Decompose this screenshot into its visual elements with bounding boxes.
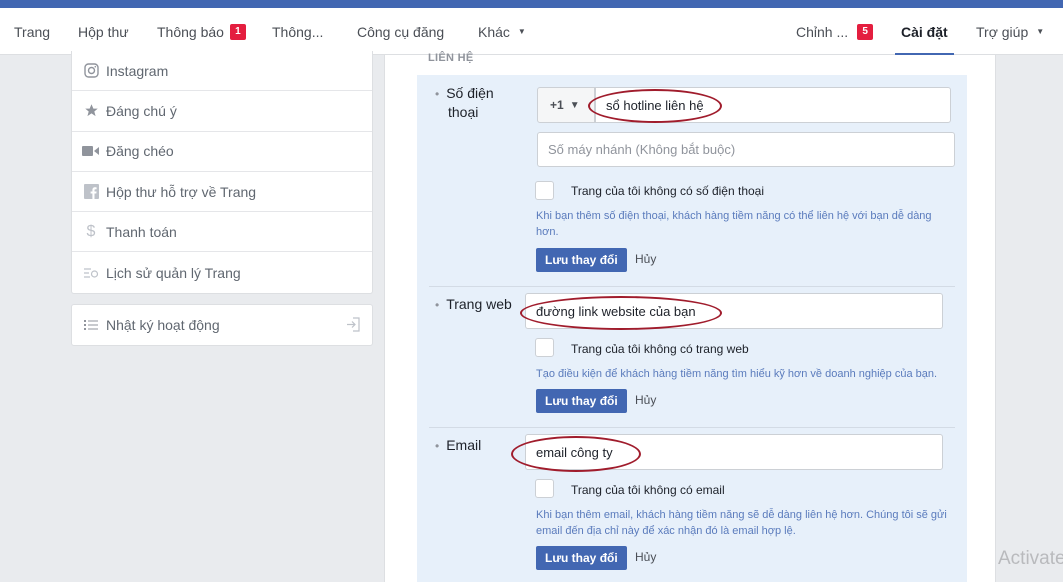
no-email-checkbox-label: Trang của tôi không có email	[571, 483, 725, 497]
caret-down-icon: ▼	[569, 99, 580, 111]
phone-save-button[interactable]: Lưu thay đổi	[536, 248, 627, 272]
page-nav-bar: Trang Hộp thư Thông báo 1 Thông... Công c…	[0, 8, 1063, 56]
extension-input[interactable]: Số máy nhánh (Không bắt buộc)	[537, 132, 955, 167]
no-website-checkbox[interactable]	[535, 338, 554, 357]
input-value: email công ty	[536, 444, 613, 460]
tab-label: Cài đặt	[901, 23, 948, 40]
input-value: sổ hotline liên hệ	[606, 97, 704, 113]
bullet-icon: •	[435, 439, 440, 453]
top-blue-bar	[0, 0, 1063, 8]
tab-tro-giup[interactable]: Trợ giúp ▼	[976, 8, 1044, 55]
website-label: • Trang web	[435, 295, 512, 314]
phone-number-input[interactable]: sổ hotline liên hệ	[595, 87, 951, 123]
bullet-icon: •	[435, 298, 440, 312]
caret-down-icon: ▼	[517, 27, 526, 36]
sidebar-item-label: Instagram	[106, 62, 169, 79]
tab-label: Trang	[14, 23, 51, 40]
settings-main-panel: LIÊN HỆ • Số điện thoại +1 ▼ sổ hotline li…	[384, 52, 996, 582]
label-line: Số điện	[446, 85, 494, 101]
hint-line: Khi bạn thêm email, khách hàng tiềm năng…	[536, 509, 947, 521]
email-cancel-button[interactable]: Hủy	[635, 550, 656, 564]
label-line: Trang web	[446, 296, 512, 312]
sidebar-item-label: Thanh toán	[106, 223, 177, 240]
label-line: Email	[446, 437, 482, 453]
tab-chinh-sua[interactable]: Chỉnh ... 5	[796, 8, 874, 55]
sidebar-item-label: Đáng chú ý	[106, 102, 177, 119]
sidebar-item-nhat-ky-hoat-dong[interactable]: Nhật ký hoạt động	[71, 304, 373, 346]
sidebar-item-label: Nhật ký hoạt động	[106, 317, 220, 333]
right-gutter	[997, 55, 1063, 582]
sidebar-item-label: Lịch sử quản lý Trang	[106, 264, 241, 281]
hint-line: email đến địa chỉ này để xác nhận đó là …	[536, 525, 796, 537]
tab-label: Thông báo	[157, 23, 224, 40]
facebook-icon	[82, 183, 100, 201]
no-email-checkbox[interactable]	[535, 479, 554, 498]
star-icon	[82, 102, 100, 120]
phone-label: • Số điện thoại	[435, 84, 494, 121]
tab-label: Công cụ đăng	[357, 23, 445, 40]
sidebar-item-label: Hộp thư hỗ trợ về Trang	[106, 183, 257, 200]
sidebar-item-instagram[interactable]: Instagram	[72, 51, 372, 92]
website-save-button[interactable]: Lưu thay đổi	[536, 389, 627, 413]
sidebar-item-hop-thu-ho-tro[interactable]: Hộp thư hỗ trợ về Trang	[72, 172, 372, 213]
website-hint: Tạo điều kiện để khách hàng tiềm năng tì…	[536, 366, 937, 382]
email-label: • Email	[435, 436, 481, 455]
section-label: LIÊN HỆ	[428, 52, 474, 64]
dollar-icon: $	[86, 222, 96, 240]
tab-thong-bao[interactable]: Thông báo 1	[157, 8, 246, 55]
tab-cong-cu-dang[interactable]: Công cụ đăng	[357, 8, 444, 55]
country-code-value: +1	[550, 98, 564, 112]
tab-label: Hộp thư	[78, 23, 129, 40]
hint-line: Tạo điều kiện để khách hàng tiềm năng tì…	[536, 368, 938, 380]
website-cancel-button[interactable]: Hủy	[635, 393, 656, 407]
phone-hint: Khi bạn thêm số điện thoại, khách hàng t…	[536, 208, 932, 240]
input-placeholder: Số máy nhánh (Không bắt buộc)	[548, 142, 736, 157]
sidebar-item-label: Đăng chéo	[106, 143, 174, 160]
video-camera-icon	[82, 142, 100, 160]
tab-label: Trợ giúp	[976, 23, 1029, 40]
no-phone-checkbox[interactable]	[535, 181, 554, 200]
input-value: đường link website của bạn	[536, 303, 696, 319]
website-input[interactable]: đường link website của bạn	[525, 293, 943, 329]
website-section: • Trang web đường link website của bạn Tr…	[429, 286, 955, 427]
settings-sidebar: Instagram Đáng chú ý Đăng chéo Hộp thư h…	[71, 51, 373, 294]
country-code-select[interactable]: +1 ▼	[537, 87, 595, 123]
tab-cai-dat[interactable]: Cài đặt	[895, 8, 954, 56]
tab-label: Chỉnh ...	[796, 23, 849, 40]
notification-badge: 5	[857, 23, 874, 40]
hint-line: Khi bạn thêm số điện thoại, khách hàng t…	[536, 210, 932, 222]
sidebar-item-dang-chu-y[interactable]: Đáng chú ý	[72, 91, 372, 132]
tab-label: Thông...	[272, 23, 324, 40]
exit-icon[interactable]	[346, 317, 360, 335]
email-hint: Khi bạn thêm email, khách hàng tiềm năng…	[536, 507, 947, 539]
tab-trang[interactable]: Trang	[14, 8, 50, 55]
notification-badge: 1	[229, 23, 246, 40]
no-website-checkbox-label: Trang của tôi không có trang web	[571, 342, 749, 356]
sidebar-item-thanh-toan[interactable]: $ Thanh toán	[72, 212, 372, 253]
sidebar-item-dang-cheo[interactable]: Đăng chéo	[72, 132, 372, 172]
hint-line: hơn.	[536, 226, 559, 238]
bullet-icon: •	[435, 87, 440, 101]
contact-info-form: • Số điện thoại +1 ▼ sổ hotline liên hệ Số…	[417, 75, 967, 582]
no-phone-checkbox-label: Trang của tôi không có số điện thoại	[571, 184, 765, 198]
tab-khac[interactable]: Khác ▼	[478, 8, 526, 55]
sidebar-item-lich-su-quan-ly[interactable]: Lịch sử quản lý Trang	[72, 252, 372, 292]
history-icon	[82, 264, 100, 282]
tab-thong-tin[interactable]: Thông...	[272, 8, 323, 55]
activate-windows-watermark: Activate	[998, 548, 1063, 569]
phone-cancel-button[interactable]: Hủy	[635, 252, 656, 266]
label-line: thoại	[448, 104, 479, 120]
phone-section: • Số điện thoại +1 ▼ sổ hotline liên hệ Số…	[429, 75, 955, 286]
tab-hop-thu[interactable]: Hộp thư	[78, 8, 129, 55]
email-section: • Email email công ty Trang của tôi không…	[429, 427, 955, 582]
caret-down-icon: ▼	[1036, 27, 1045, 36]
instagram-icon	[82, 62, 100, 80]
email-save-button[interactable]: Lưu thay đổi	[536, 546, 627, 570]
list-icon	[82, 316, 100, 334]
email-input[interactable]: email công ty	[525, 434, 943, 470]
tab-label: Khác	[478, 23, 510, 40]
